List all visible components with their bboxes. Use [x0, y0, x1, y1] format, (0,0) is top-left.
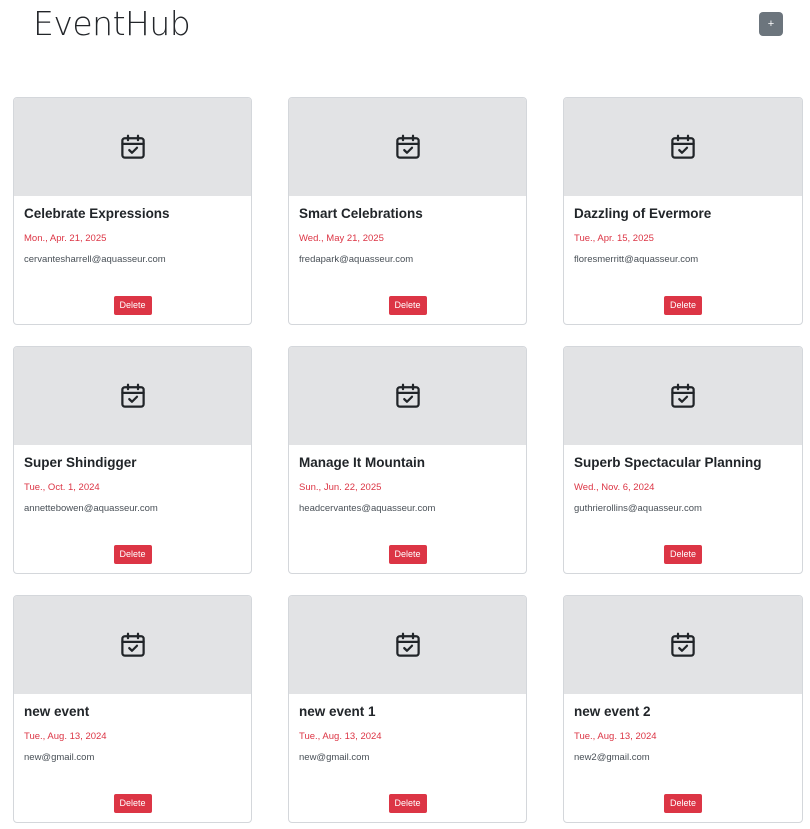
event-title: Celebrate Expressions [24, 206, 170, 221]
event-date: Tue., Aug. 13, 2024 [574, 731, 657, 742]
delete-button[interactable]: Delete [663, 794, 703, 813]
event-card: new event 2 Tue., Aug. 13, 2024 new2@gma… [563, 595, 803, 823]
event-card: Smart Celebrations Wed., May 21, 2025 fr… [288, 97, 527, 325]
event-date: Tue., Aug. 13, 2024 [299, 731, 382, 742]
event-email: cervantesharrell@aquasseur.com [24, 254, 166, 265]
delete-button[interactable]: Delete [388, 296, 427, 315]
event-card: Super Shindigger Tue., Oct. 1, 2024 anne… [13, 346, 252, 574]
event-email: annettebowen@aquasseur.com [24, 503, 158, 514]
calendar-check-icon [671, 134, 695, 159]
event-title: new event 1 [299, 704, 376, 719]
card-image-placeholder [14, 98, 251, 196]
calendar-check-icon [120, 632, 145, 657]
event-date: Sun., Jun. 22, 2025 [299, 482, 382, 493]
event-card: new event Tue., Aug. 13, 2024 new@gmail.… [13, 595, 252, 823]
calendar-check-icon [671, 632, 695, 657]
card-image-placeholder [564, 596, 802, 694]
card-image-placeholder [564, 98, 802, 196]
delete-button[interactable]: Delete [388, 545, 427, 564]
event-date: Tue., Aug. 13, 2024 [24, 731, 107, 742]
delete-button[interactable]: Delete [113, 296, 152, 315]
calendar-check-icon [395, 632, 420, 657]
calendar-check-icon [395, 134, 420, 159]
event-email: headcervantes@aquasseur.com [299, 503, 436, 514]
card-image-placeholder [289, 596, 526, 694]
event-title: Dazzling of Evermore [574, 206, 712, 221]
event-card: Dazzling of Evermore Tue., Apr. 15, 2025… [563, 97, 803, 325]
delete-button[interactable]: Delete [388, 794, 427, 813]
delete-button[interactable]: Delete [663, 545, 703, 564]
event-title: Super Shindigger [24, 455, 137, 470]
delete-button[interactable]: Delete [113, 794, 152, 813]
page-title: EventHub [33, 4, 191, 43]
calendar-check-icon [395, 383, 420, 408]
card-image-placeholder [14, 347, 251, 445]
event-title: Superb Spectacular Planning [574, 455, 762, 470]
event-email: new@gmail.com [24, 752, 95, 763]
calendar-check-icon [120, 134, 145, 159]
event-card: Celebrate Expressions Mon., Apr. 21, 202… [13, 97, 252, 325]
event-title: new event 2 [574, 704, 651, 719]
event-card: Manage It Mountain Sun., Jun. 22, 2025 h… [288, 346, 527, 574]
event-email: floresmerritt@aquasseur.com [574, 254, 699, 265]
event-email: new@gmail.com [299, 752, 370, 763]
event-date: Wed., May 21, 2025 [299, 233, 384, 244]
card-image-placeholder [14, 596, 251, 694]
calendar-check-icon [671, 383, 695, 408]
event-card: Superb Spectacular Planning Wed., Nov. 6… [563, 346, 803, 574]
card-image-placeholder [289, 98, 526, 196]
card-image-placeholder [564, 347, 802, 445]
event-title: Manage It Mountain [299, 455, 425, 470]
delete-button[interactable]: Delete [113, 545, 152, 564]
event-card: new event 1 Tue., Aug. 13, 2024 new@gmai… [288, 595, 527, 823]
event-date: Wed., Nov. 6, 2024 [574, 482, 655, 493]
event-grid: Celebrate Expressions Mon., Apr. 21, 202… [13, 97, 803, 823]
calendar-check-icon [120, 383, 145, 408]
event-email: new2@gmail.com [574, 752, 650, 763]
event-email: fredapark@aquasseur.com [299, 254, 414, 265]
event-title: new event [24, 704, 90, 719]
add-event-button[interactable]: + [759, 12, 783, 36]
event-email: guthrierollins@aquasseur.com [574, 503, 702, 514]
card-image-placeholder [289, 347, 526, 445]
event-date: Mon., Apr. 21, 2025 [24, 233, 107, 244]
event-date: Tue., Apr. 15, 2025 [574, 233, 654, 244]
event-title: Smart Celebrations [299, 206, 423, 221]
event-date: Tue., Oct. 1, 2024 [24, 482, 100, 493]
delete-button[interactable]: Delete [663, 296, 703, 315]
